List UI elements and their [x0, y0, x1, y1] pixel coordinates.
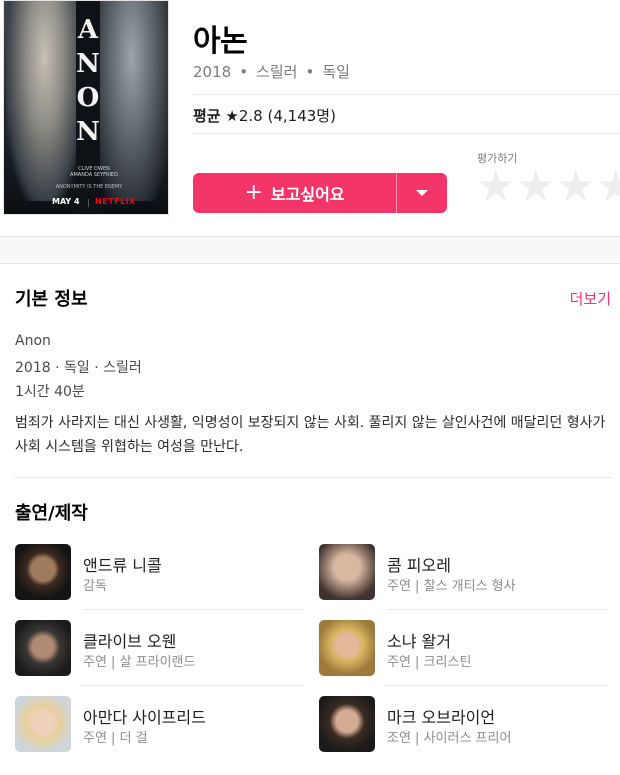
divider: [15, 477, 612, 478]
divider: [193, 133, 620, 134]
movie-meta: 2018 • 스릴러 • 독일: [193, 61, 350, 82]
cast-member[interactable]: 아만다 사이프리드 주연 | 더 걸: [15, 696, 305, 770]
poster-title-letter: N: [76, 49, 100, 79]
divider: [387, 609, 608, 610]
poster-title-letter: N: [76, 117, 100, 147]
avatar: [15, 544, 71, 600]
cast-role: 조연 | 사이러스 프리어: [387, 731, 512, 746]
divider: [83, 609, 304, 610]
rating-value: ★2.8: [225, 107, 263, 125]
synopsis: 범죄가 사라지는 대신 사생활, 익명성이 보장되지 않는 사회. 풀리지 않는…: [15, 415, 606, 455]
basic-info-heading: 기본 정보: [15, 289, 88, 310]
meta-dot: •: [305, 63, 315, 81]
original-title: Anon: [15, 333, 51, 349]
want-to-watch-button[interactable]: + 보고싶어요: [193, 173, 447, 213]
divider: [193, 94, 620, 95]
cast-role: 주연 | 살 프라이랜드: [83, 655, 196, 670]
movie-genre: 스릴러: [256, 63, 298, 81]
avatar: [15, 620, 71, 676]
more-link[interactable]: 더보기: [570, 288, 611, 309]
poster-separator: |: [87, 198, 90, 207]
movie-country: 독일: [322, 63, 350, 81]
want-to-watch-dropdown[interactable]: [397, 173, 447, 213]
section-separator: [0, 236, 620, 264]
cast-member[interactable]: 클라이브 오웬 주연 | 살 프라이랜드: [15, 620, 305, 694]
poster-tagline: ANONYMITY IS THE ENEMY: [55, 184, 123, 190]
movie-poster[interactable]: A N O N CLIVE OWEN AMANDA SEYFRIED ANONY…: [3, 0, 169, 215]
poster-title-letter: O: [76, 83, 100, 113]
movie-year: 2018: [193, 63, 232, 81]
divider: [387, 685, 608, 686]
poster-credits: CLIVE OWEN AMANDA SEYFRIED: [64, 166, 124, 178]
poster-date: MAY 4: [52, 197, 80, 206]
star-icon[interactable]: ★: [556, 165, 595, 209]
average-rating: 평균 ★2.8 (4,143명): [193, 105, 336, 126]
avatar: [319, 544, 375, 600]
runtime: 1시간 40분: [15, 384, 85, 400]
avatar: [319, 620, 375, 676]
rating-stars[interactable]: ★ ★ ★ ★: [476, 165, 620, 209]
want-to-watch-main[interactable]: + 보고싶어요: [193, 173, 396, 213]
star-icon[interactable]: ★: [516, 165, 555, 209]
star-icon[interactable]: ★: [596, 165, 620, 209]
cast-member[interactable]: 앤드류 니콜 감독: [15, 544, 305, 618]
cast-member[interactable]: 콤 피오레 주연 | 찰스 개티스 형사: [319, 544, 609, 618]
want-to-watch-label: 보고싶어요: [270, 185, 345, 204]
cast-member[interactable]: 소냐 왈거 주연 | 크리스틴: [319, 620, 609, 694]
cast-name: 콤 피오레: [387, 556, 451, 575]
cast-name: 마크 오브라이언: [387, 708, 496, 727]
cast-role: 주연 | 찰스 개티스 형사: [387, 579, 516, 594]
avatar: [15, 696, 71, 752]
star-icon[interactable]: ★: [476, 165, 515, 209]
divider: [83, 685, 304, 686]
poster-credit-2: AMANDA SEYFRIED: [70, 172, 118, 178]
meta-dot: •: [239, 63, 249, 81]
poster-title-letter: A: [77, 15, 99, 45]
rating-label: 평균: [193, 107, 221, 125]
avatar: [319, 696, 375, 752]
cast-role: 주연 | 더 걸: [83, 731, 148, 746]
netflix-logo: NETFLIX: [95, 197, 136, 206]
cast-name: 클라이브 오웬: [83, 632, 177, 651]
cast-name: 소냐 왈거: [387, 632, 451, 651]
cast-role: 주연 | 크리스틴: [387, 655, 472, 670]
cast-name: 아만다 사이프리드: [83, 708, 206, 727]
rating-count: (4,143명): [267, 107, 336, 125]
page-title: 아논: [193, 24, 248, 59]
cast-role: 감독: [83, 579, 107, 594]
poster-title: A N O N: [76, 13, 100, 149]
plus-icon: +: [244, 180, 263, 205]
cast-heading: 출연/제작: [15, 503, 88, 524]
caret-down-icon: [416, 190, 428, 196]
cast-name: 앤드류 니콜: [83, 556, 162, 575]
cast-member[interactable]: 마크 오브라이언 조연 | 사이러스 프리어: [319, 696, 609, 770]
movie-header: A N O N CLIVE OWEN AMANDA SEYFRIED ANONY…: [0, 0, 620, 236]
year-country-genre: 2018 · 독일 · 스릴러: [15, 360, 142, 376]
